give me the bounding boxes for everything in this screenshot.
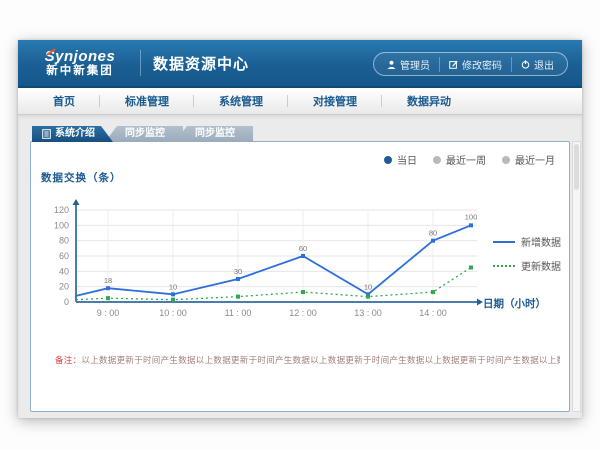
svg-text:80: 80	[59, 236, 69, 246]
user-menu-user[interactable]: 管理员	[378, 57, 439, 72]
nav-item[interactable]: 对接管理	[288, 88, 382, 114]
footnote: 备注：以上数据更新于时间产生数据以上数据更新于时间产生数据以上数据更新于时间产生…	[55, 354, 560, 366]
svg-text:10 : 00: 10 : 00	[159, 308, 187, 318]
svg-text:9 : 00: 9 : 00	[97, 308, 120, 318]
svg-text:30: 30	[234, 267, 242, 276]
svg-text:60: 60	[299, 244, 307, 253]
svg-text:100: 100	[54, 220, 69, 230]
tab-inactive[interactable]: 同步监控	[175, 126, 253, 142]
svg-text:10: 10	[169, 282, 177, 291]
page-content: 系统介绍同步监控同步监控 当日最近一周最近一月 数据交换（条） 02040608…	[18, 115, 582, 418]
svg-text:12 : 00: 12 : 00	[289, 308, 317, 318]
brand: Synjones 新中新集团 数据资源中心	[18, 49, 249, 77]
user-menu: 管理员 修改密码 退出	[373, 52, 568, 76]
svg-text:100: 100	[465, 212, 478, 221]
scrollbar-thumb[interactable]	[574, 144, 579, 190]
x-axis-title: 日期（小时）	[483, 296, 546, 311]
svg-text:60: 60	[59, 251, 69, 261]
logo-chinese: 新中新集团	[32, 65, 128, 77]
legend-label: 新增数据	[521, 234, 561, 249]
legend-item: 新增数据	[493, 234, 561, 249]
tab-label: 同步监控	[195, 126, 235, 142]
legend-swatch	[493, 241, 515, 243]
header-divider	[140, 50, 141, 76]
power-icon	[521, 60, 530, 69]
tab-bar: 系统介绍 同步监控 同步监控	[32, 126, 245, 142]
legend-label: 更新数据	[521, 258, 561, 273]
content-panel: 当日最近一周最近一月 数据交换（条） 0204060801001209 : 00…	[30, 141, 570, 412]
svg-text:11 : 00: 11 : 00	[225, 308, 252, 318]
chart-legend: 新增数据更新数据	[493, 234, 561, 273]
browser-window: Synjones 新中新集团 数据资源中心 管理员修改密码退出 首页标准管理系统…	[18, 40, 582, 418]
app-header: Synjones 新中新集团 数据资源中心 管理员 修改密码 退出	[18, 40, 582, 88]
logo-synjones: Synjones	[32, 49, 128, 65]
footnote-text: 以上数据更新于时间产生数据以上数据更新于时间产生数据以上数据更新于时间产生数据以…	[81, 355, 560, 365]
user-icon	[387, 60, 396, 69]
nav-item[interactable]: 首页	[28, 88, 100, 114]
footnote-label: 备注：	[55, 355, 81, 365]
svg-text:80: 80	[429, 229, 437, 238]
edit-icon	[449, 60, 458, 69]
nav-item[interactable]: 标准管理	[100, 88, 194, 114]
legend-item: 更新数据	[493, 258, 561, 273]
vertical-scrollbar[interactable]	[572, 141, 581, 412]
svg-text:13 : 00: 13 : 00	[354, 308, 382, 318]
main-nav: 首页标准管理系统管理对接管理数据异动	[18, 88, 582, 115]
svg-text:120: 120	[54, 205, 69, 215]
tab-active[interactable]: 系统介绍	[32, 126, 113, 142]
tab-label: 系统介绍	[55, 126, 95, 142]
user-menu-label: 退出	[534, 57, 554, 72]
svg-text:20: 20	[59, 282, 69, 292]
nav-item[interactable]: 系统管理	[194, 88, 288, 114]
user-menu-edit[interactable]: 修改密码	[439, 57, 511, 72]
svg-text:18: 18	[104, 276, 112, 285]
company-logo: Synjones 新中新集团	[32, 49, 128, 77]
svg-text:0: 0	[64, 297, 69, 307]
user-menu-label: 修改密码	[462, 57, 502, 72]
nav-item[interactable]: 数据异动	[382, 88, 476, 114]
svg-text:10: 10	[364, 282, 372, 291]
svg-text:14 : 00: 14 : 00	[419, 308, 447, 318]
line-chart: 0 20 40 60 80 100 120 9 : 00 10 : 00 11 : 00 12 : …	[31, 142, 571, 372]
tab-inactive[interactable]: 同步监控	[105, 126, 183, 142]
user-menu-label: 管理员	[400, 57, 430, 72]
legend-swatch	[493, 265, 515, 267]
tab-label: 同步监控	[125, 126, 165, 142]
app-title: 数据资源中心	[153, 53, 249, 74]
svg-text:40: 40	[59, 266, 69, 276]
document-icon	[42, 129, 51, 139]
user-menu-power[interactable]: 退出	[511, 57, 563, 72]
